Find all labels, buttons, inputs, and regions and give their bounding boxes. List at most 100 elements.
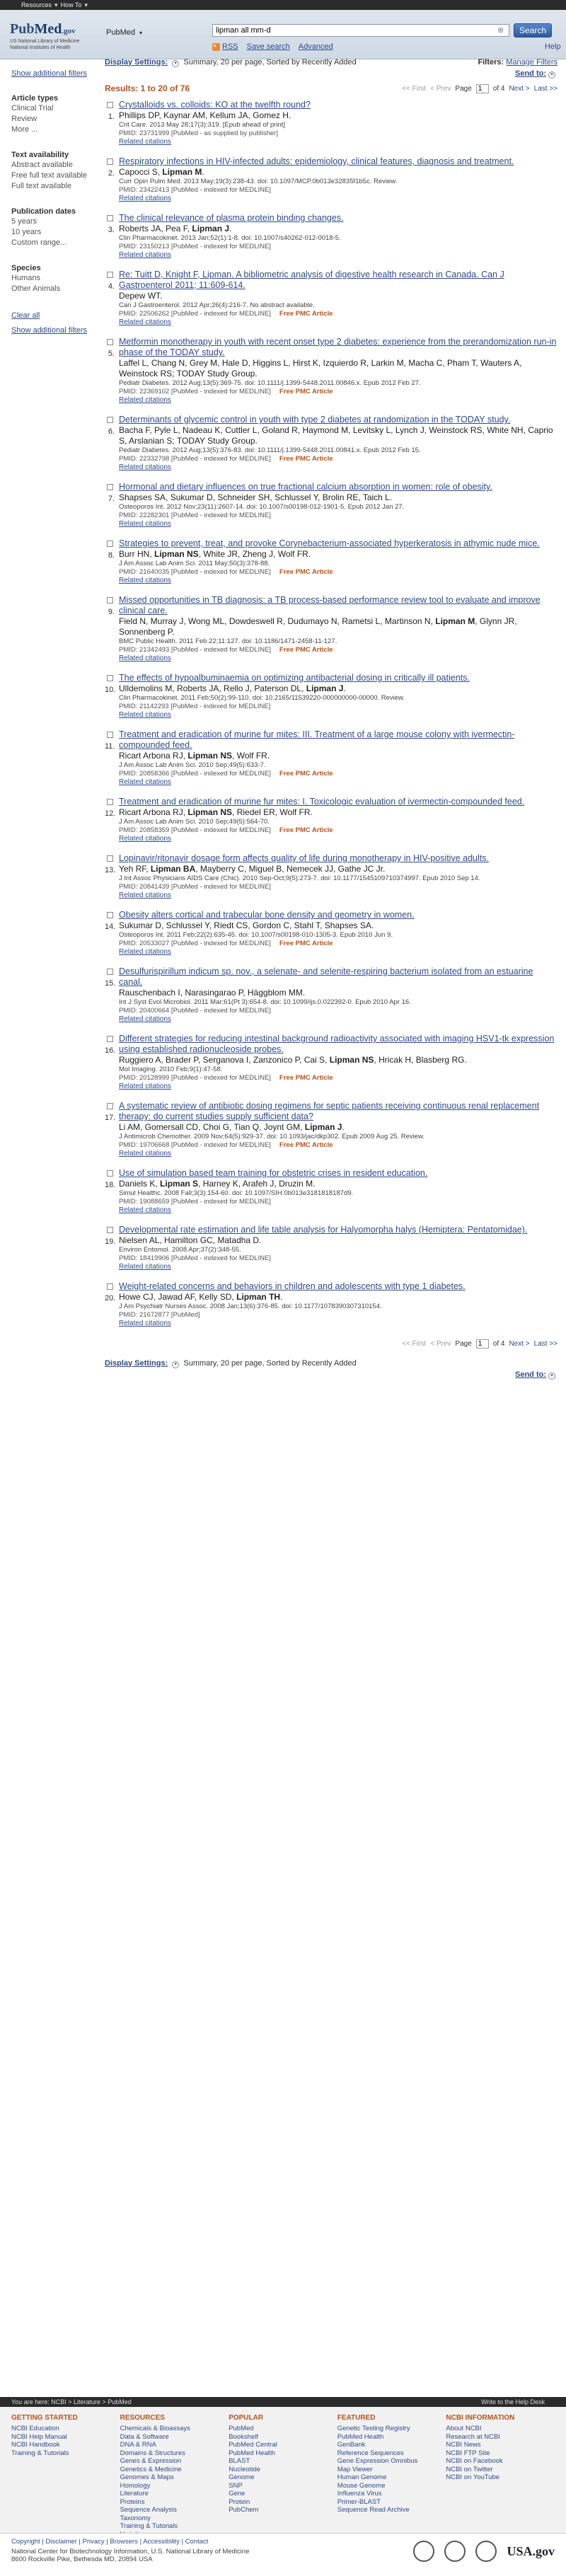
pubmed-logo[interactable]: PubMed.gov — [10, 21, 76, 37]
footer-link[interactable]: NCBI on Facebook — [446, 2457, 555, 2466]
footer-link[interactable]: Sequence Read Archive — [337, 2506, 446, 2514]
footer-link[interactable]: About NCBI — [446, 2425, 555, 2433]
result-checkbox[interactable] — [107, 158, 113, 165]
related-citations-link[interactable]: Related citations — [119, 318, 558, 327]
footer-link[interactable]: Genetics & Medicine — [120, 2466, 229, 2474]
result-checkbox[interactable] — [107, 855, 113, 862]
page-number-input[interactable] — [475, 1339, 489, 1348]
write-help-desk-link[interactable]: Write to the Help Desk — [481, 2398, 545, 2405]
related-citations-link[interactable]: Related citations — [119, 1150, 558, 1158]
result-title-link[interactable]: Treatment and eradication of murine fur … — [119, 729, 558, 751]
related-citations-link[interactable]: Related citations — [119, 654, 558, 663]
database-select[interactable]: PubMed ▾ — [106, 28, 142, 37]
related-citations-link[interactable]: Related citations — [119, 195, 558, 203]
related-citations-link[interactable]: Related citations — [119, 891, 558, 900]
advanced-search-link[interactable]: Advanced — [299, 42, 333, 51]
footer-link[interactable]: Domains & Structures — [120, 2449, 229, 2458]
send-to-menu[interactable]: Send to: ▾ — [105, 69, 558, 79]
save-search-link[interactable]: Save search — [247, 42, 290, 51]
facet-item[interactable]: Custom range... — [11, 238, 92, 248]
related-citations-link[interactable]: Related citations — [119, 1263, 558, 1271]
related-citations-link[interactable]: Related citations — [119, 1319, 558, 1328]
footer-link[interactable]: Homology — [120, 2482, 229, 2490]
result-title-link[interactable]: Obesity alters cortical and trabecular b… — [119, 910, 558, 920]
manage-filters-link[interactable]: Manage Filters — [506, 58, 558, 67]
result-checkbox[interactable] — [107, 912, 113, 918]
result-title-link[interactable]: Respiratory infections in HIV-infected a… — [119, 156, 558, 167]
prev-page-link[interactable]: < Prev — [430, 1340, 451, 1348]
result-checkbox[interactable] — [107, 799, 113, 805]
result-checkbox[interactable] — [107, 1170, 113, 1177]
footer-link[interactable]: Chemicals & Bioassays — [120, 2425, 229, 2433]
result-checkbox[interactable] — [107, 732, 113, 738]
footer-link[interactable]: DNA & RNA — [120, 2441, 229, 2449]
facet-item[interactable]: 10 years — [11, 227, 92, 238]
free-pmc-article-badge[interactable]: Free PMC Article — [279, 388, 333, 395]
free-pmc-article-badge[interactable]: Free PMC Article — [279, 568, 333, 576]
footer-link[interactable]: NCBI Education — [11, 2425, 120, 2433]
footer-link[interactable]: NCBI Handbook — [11, 2441, 120, 2449]
clear-search-icon[interactable]: ⊗ — [497, 25, 504, 35]
footer-link[interactable]: GenBank — [337, 2441, 446, 2449]
footer-link[interactable]: NCBI on YouTube — [446, 2473, 555, 2482]
rss-link[interactable]: RSS — [212, 42, 238, 51]
result-title-link[interactable]: Strategies to prevent, treat, and provok… — [119, 538, 558, 549]
footer-link[interactable]: Map Viewer — [337, 2466, 446, 2474]
result-title-link[interactable]: Hormonal and dietary influences on true … — [119, 482, 558, 492]
first-page-link[interactable]: << First — [402, 85, 426, 93]
free-pmc-article-badge[interactable]: Free PMC Article — [279, 1141, 333, 1149]
facet-item[interactable]: Humans — [11, 273, 92, 284]
result-checkbox[interactable] — [107, 417, 113, 423]
facet-item[interactable]: More ... — [11, 125, 92, 135]
result-checkbox[interactable] — [107, 541, 113, 547]
related-citations-link[interactable]: Related citations — [119, 778, 558, 787]
result-title-link[interactable]: Developmental rate estimation and life t… — [119, 1225, 558, 1235]
footer-link[interactable]: Sequence Analysis — [120, 2506, 229, 2514]
result-checkbox[interactable] — [107, 1103, 113, 1109]
show-additional-filters-link[interactable]: Show additional filters — [11, 69, 92, 79]
search-button[interactable]: Search — [514, 23, 552, 37]
footer-link[interactable]: PubMed Health — [337, 2433, 446, 2442]
result-title-link[interactable]: Determinants of glycemic control in yout… — [119, 415, 558, 425]
footer-link[interactable]: NCBI Help Manual — [11, 2433, 120, 2442]
hhs-seal-icon[interactable] — [475, 2541, 497, 2562]
related-citations-link[interactable]: Related citations — [119, 463, 558, 472]
facet-item[interactable]: Full text available — [11, 181, 92, 192]
result-title-link[interactable]: Weight-related concerns and behaviors in… — [119, 1281, 558, 1292]
free-pmc-article-badge[interactable]: Free PMC Article — [279, 646, 333, 654]
footer-link[interactable]: NCBI on Twitter — [446, 2466, 555, 2474]
display-settings-link[interactable]: Display Settings: — [105, 1359, 168, 1368]
help-link[interactable]: Help — [545, 42, 561, 51]
facet-item[interactable]: 5 years — [11, 216, 92, 227]
expand-icon[interactable]: ▾ — [172, 1361, 180, 1368]
result-checkbox[interactable] — [107, 597, 113, 603]
result-checkbox[interactable] — [107, 675, 113, 681]
next-page-link[interactable]: Next > — [509, 85, 529, 93]
footer-link[interactable]: PubMed Health — [229, 2449, 337, 2458]
last-page-link[interactable]: Last >> — [534, 85, 558, 93]
result-title-link[interactable]: A systematic review of antibiotic dosing… — [119, 1101, 558, 1122]
free-pmc-article-badge[interactable]: Free PMC Article — [279, 455, 333, 463]
result-title-link[interactable]: Metformin monotherapy in youth with rece… — [119, 337, 558, 358]
related-citations-link[interactable]: Related citations — [119, 577, 558, 585]
howto-menu[interactable]: How To — [61, 1, 82, 8]
related-citations-link[interactable]: Related citations — [119, 1082, 558, 1091]
expand-icon[interactable]: ▾ — [172, 59, 180, 67]
page-number-input[interactable] — [475, 83, 489, 93]
footer-link[interactable]: BLAST — [229, 2457, 337, 2466]
related-citations-link[interactable]: Related citations — [119, 1015, 558, 1024]
footer-link[interactable]: Training & Tutorials — [120, 2522, 229, 2531]
related-citations-link[interactable]: Related citations — [119, 711, 558, 720]
result-title-link[interactable]: Treatment and eradication of murine fur … — [119, 797, 558, 807]
related-citations-link[interactable]: Related citations — [119, 835, 558, 843]
footer-link[interactable]: Protein — [229, 2498, 337, 2507]
footer-link[interactable]: NCBI News — [446, 2441, 555, 2449]
result-checkbox[interactable] — [107, 1227, 113, 1233]
result-checkbox[interactable] — [107, 272, 113, 278]
footer-link[interactable]: NCBI FTP Site — [446, 2449, 555, 2458]
free-pmc-article-badge[interactable]: Free PMC Article — [279, 1074, 333, 1082]
result-checkbox[interactable] — [107, 484, 113, 490]
free-pmc-article-badge[interactable]: Free PMC Article — [279, 940, 333, 947]
send-to-menu-bottom[interactable]: Send to: ▾ — [105, 1370, 558, 1380]
result-title-link[interactable]: Crystalloids vs. colloids: KO at the twe… — [119, 100, 558, 110]
